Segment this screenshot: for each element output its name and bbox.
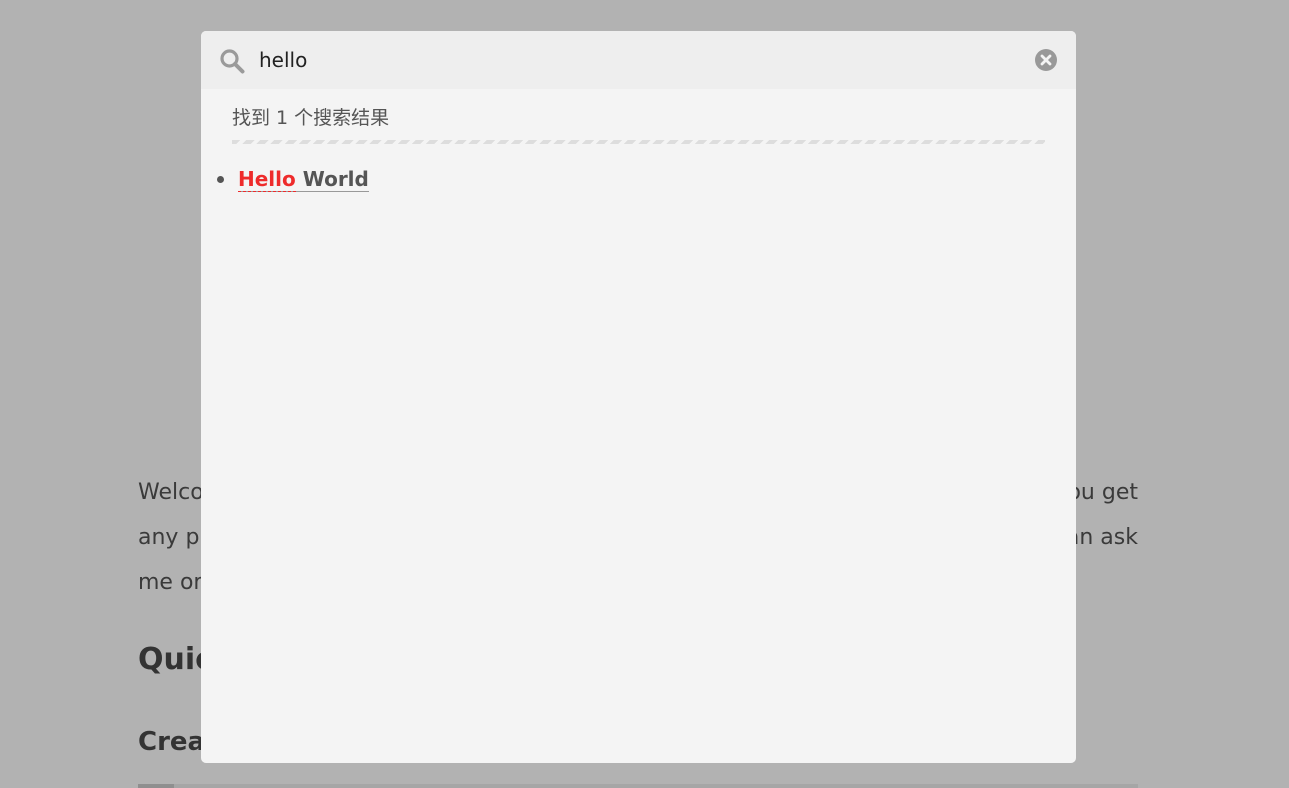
- article-text: ou get: [1067, 480, 1138, 505]
- search-result-link[interactable]: Hello World: [238, 167, 369, 192]
- bullet-icon: [217, 176, 224, 183]
- search-keyword-highlight: Hello: [238, 167, 296, 192]
- article-text: an ask: [1065, 525, 1138, 550]
- article-heading-3: Crea: [138, 727, 206, 757]
- close-circle-icon[interactable]: [1034, 48, 1058, 72]
- search-result-title-rest: World: [295, 167, 369, 191]
- search-result-item: Hello World: [201, 163, 369, 195]
- search-popup: 找到 1 个搜索结果 Hello World: [201, 31, 1076, 763]
- article-code-block-accent: [138, 784, 174, 788]
- search-icon: [219, 48, 245, 74]
- article-code-block-edge: [138, 784, 1138, 788]
- stats-divider: [232, 140, 1045, 144]
- search-input[interactable]: [259, 44, 1019, 76]
- search-results-list: Hello World: [201, 163, 369, 195]
- article-text: Welco: [138, 480, 204, 505]
- search-bar: [201, 31, 1076, 89]
- article-text: me or: [138, 570, 203, 595]
- article-text: any p: [138, 525, 200, 550]
- search-stats: 找到 1 个搜索结果: [232, 107, 390, 129]
